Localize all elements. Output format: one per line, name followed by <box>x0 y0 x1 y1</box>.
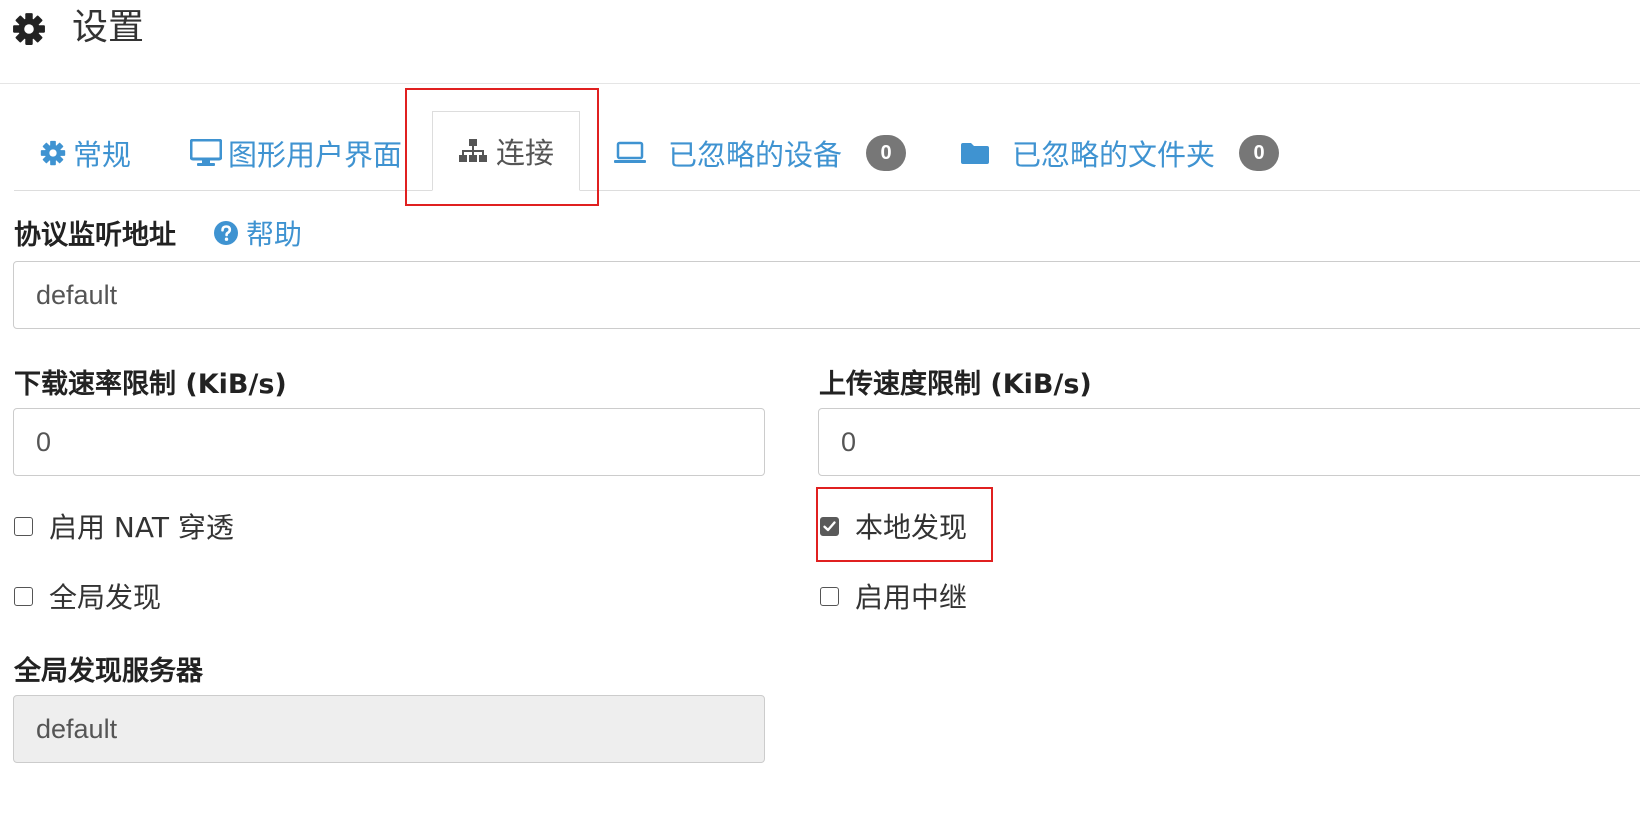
global-discovery-servers-label: 全局发现服务器 <box>14 656 203 687</box>
listen-address-input[interactable] <box>13 261 1640 329</box>
nat-traversal-option[interactable]: 启用 NAT 穿透 <box>14 506 234 546</box>
relay-option[interactable]: 启用中继 <box>820 576 967 616</box>
local-discovery-checkbox[interactable] <box>820 516 839 536</box>
folder-icon <box>961 143 989 164</box>
ignored-devices-count-badge: 0 <box>866 135 907 171</box>
ignored-folders-count-badge: 0 <box>1239 135 1280 171</box>
check-icon <box>823 520 836 531</box>
upload-rate-input[interactable] <box>818 408 1640 476</box>
tab-connections[interactable]: 连接 <box>432 111 580 191</box>
relay-checkbox[interactable] <box>820 586 839 606</box>
header-divider <box>0 83 1640 84</box>
gear-icon <box>13 13 45 45</box>
nat-traversal-label: 启用 NAT 穿透 <box>49 511 234 544</box>
global-discovery-option[interactable]: 全局发现 <box>14 576 161 616</box>
listen-address-label: 协议监听地址 <box>14 220 176 251</box>
global-discovery-label: 全局发现 <box>49 581 162 614</box>
tab-ignored-devices[interactable]: 已忽略的设备 0 <box>614 113 907 193</box>
page-title: 设置 <box>72 7 145 48</box>
local-discovery-option[interactable]: 本地发现 <box>820 506 967 546</box>
help-link[interactable]: 帮助 <box>214 213 302 253</box>
gear-icon <box>40 140 66 166</box>
help-label: 帮助 <box>246 218 303 251</box>
tab-gui[interactable]: 图形用户界面 <box>190 113 402 193</box>
tab-label: 已忽略的设备 <box>668 138 843 172</box>
download-rate-input[interactable] <box>13 408 765 476</box>
global-discovery-checkbox[interactable] <box>14 586 33 606</box>
tab-label: 已忽略的文件夹 <box>1012 138 1216 172</box>
tab-label: 常规 <box>73 138 132 172</box>
sitemap-icon <box>458 139 487 162</box>
tab-ignored-folders[interactable]: 已忽略的文件夹 0 <box>960 113 1280 193</box>
tab-label: 图形用户界面 <box>228 138 403 172</box>
tab-label: 连接 <box>495 136 554 170</box>
desktop-icon <box>190 139 222 166</box>
global-discovery-servers-input <box>13 695 765 763</box>
laptop-icon <box>614 141 646 163</box>
relay-label: 启用中继 <box>855 581 968 614</box>
local-discovery-label: 本地发现 <box>855 511 968 544</box>
question-circle-icon <box>214 221 238 245</box>
upload-rate-label: 上传速度限制 (KiB/s) <box>819 369 1092 400</box>
nat-traversal-checkbox[interactable] <box>14 516 33 536</box>
tab-general[interactable]: 常规 <box>40 113 131 193</box>
download-rate-label: 下载速率限制 (KiB/s) <box>14 369 287 400</box>
